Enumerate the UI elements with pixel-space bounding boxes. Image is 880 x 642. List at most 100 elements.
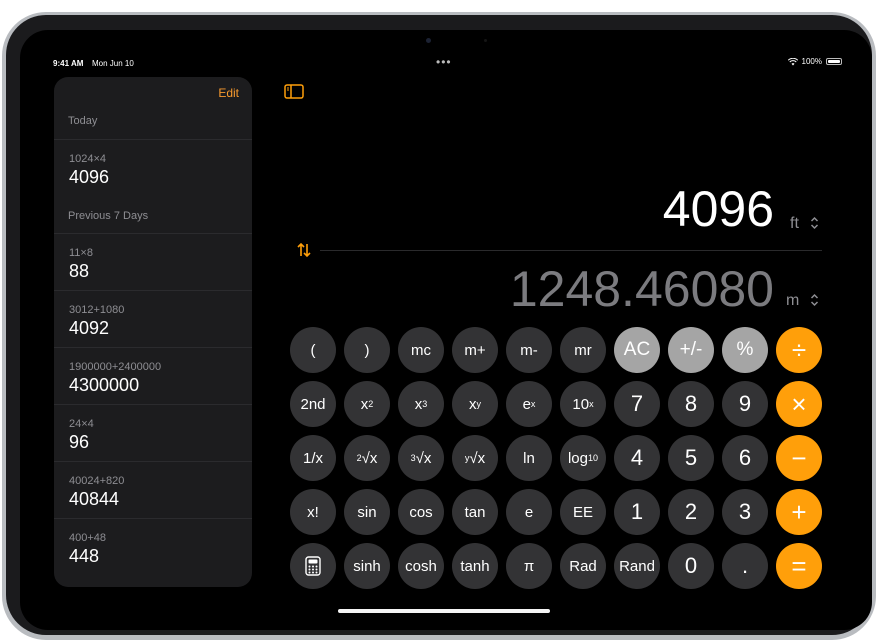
digit-7-key[interactable]: 7 [614,381,660,427]
all-clear-key[interactable]: AC [614,327,660,373]
power-y-key[interactable]: xy [452,381,498,427]
digit-0-key[interactable]: 0 [668,543,714,589]
history-item[interactable]: 1900000+2400000 4300000 [54,347,252,403]
history-result: 4092 [69,318,110,338]
key-label: log [567,449,588,467]
subtract-key[interactable]: − [776,435,822,481]
primary-unit[interactable]: ft [790,215,799,233]
y-root-key[interactable]: y √x [452,435,498,481]
history-item[interactable]: 24×4 96 [54,404,252,460]
separator [54,233,252,234]
ln-key[interactable]: ln [506,435,552,481]
key-label: e [522,395,531,413]
history-expression: 24×4 [69,418,94,430]
multitasking-dots[interactable]: ••• [436,55,452,69]
separator [54,139,252,140]
status-right: 100% [787,57,842,66]
history-result: 88 [69,261,90,281]
status-date: Mon Jun 10 [92,59,134,68]
separator [54,461,252,462]
equals-key[interactable]: = [776,543,822,589]
plus-minus-key[interactable]: +/- [668,327,714,373]
key-label: x [469,395,477,413]
history-expression: 3012+1080 [69,304,125,316]
memory-add-key[interactable]: m+ [452,327,498,373]
screen: 9:41 AM Mon Jun 10 ••• 100% Edit Today 1… [20,30,872,630]
memory-subtract-key[interactable]: m- [506,327,552,373]
history-item[interactable]: 400+48 448 [54,518,252,574]
unit-chevron-icon[interactable] [810,216,819,230]
history-result: 96 [69,432,90,452]
digit-4-key[interactable]: 4 [614,435,660,481]
second-key[interactable]: 2nd [290,381,336,427]
percent-key[interactable]: % [722,327,768,373]
multiply-key[interactable]: × [776,381,822,427]
digit-1-key[interactable]: 1 [614,489,660,535]
rad-key[interactable]: Rad [560,543,606,589]
history-expression: 1024×4 [69,153,107,165]
wifi-icon [787,57,798,65]
memory-recall-key[interactable]: mr [560,327,606,373]
digit-3-key[interactable]: 3 [722,489,768,535]
history-item[interactable]: 1024×4 4096 [54,139,252,195]
add-key[interactable]: + [776,489,822,535]
sidebar-toggle-icon[interactable] [284,84,304,99]
calculator-mode-key[interactable] [290,543,336,589]
tan-key[interactable]: tan [452,489,498,535]
factorial-key[interactable]: x! [290,489,336,535]
home-indicator[interactable] [338,609,550,613]
key-label: x [360,395,369,413]
key-sup: x [530,399,536,409]
history-expression: 1900000+2400000 [69,361,162,373]
camera [426,38,431,43]
separator [54,290,252,291]
key-sub: 10 [588,453,599,463]
digit-2-key[interactable]: 2 [668,489,714,535]
digit-9-key[interactable]: 9 [722,381,768,427]
key-label: x [414,395,423,413]
exp-key[interactable]: ex [506,381,552,427]
close-paren-key[interactable]: ) [344,327,390,373]
memory-clear-key[interactable]: mc [398,327,444,373]
cosh-key[interactable]: cosh [398,543,444,589]
cube-root-key[interactable]: 3 √x [398,435,444,481]
history-item[interactable]: 11×8 88 [54,233,252,289]
key-label: √x [469,449,486,467]
ten-power-key[interactable]: 10 x [560,381,606,427]
converted-unit[interactable]: m [786,292,799,310]
square-key[interactable]: x2 [344,381,390,427]
cos-key[interactable]: cos [398,489,444,535]
decimal-key[interactable]: . [722,543,768,589]
cube-key[interactable]: x3 [398,381,444,427]
converted-value: 1248.46080 [509,261,774,317]
ee-key[interactable]: EE [560,489,606,535]
separator [54,404,252,405]
primary-value: 4096 [662,181,774,237]
edit-button[interactable]: Edit [218,86,239,100]
history-expression: 11×8 [69,247,93,259]
pi-key[interactable]: π [506,543,552,589]
key-label: 10 [572,395,590,413]
history-result: 448 [69,546,100,566]
ipad-bezel: 9:41 AM Mon Jun 10 ••• 100% Edit Today 1… [6,15,872,635]
sinh-key[interactable]: sinh [344,543,390,589]
digit-8-key[interactable]: 8 [668,381,714,427]
rand-key[interactable]: Rand [614,543,660,589]
euler-key[interactable]: e [506,489,552,535]
conversion-divider [320,250,822,251]
battery-percent: 100% [801,57,822,66]
digit-5-key[interactable]: 5 [668,435,714,481]
log10-key[interactable]: log 10 [560,435,606,481]
sensor [484,39,487,42]
history-item[interactable]: 40024+820 40844 [54,461,252,517]
sin-key[interactable]: sin [344,489,390,535]
open-paren-key[interactable]: ( [290,327,336,373]
square-root-key[interactable]: 2 √x [344,435,390,481]
divide-key[interactable]: ÷ [776,327,822,373]
tanh-key[interactable]: tanh [452,543,498,589]
unit-chevron-icon[interactable] [810,293,819,307]
reciprocal-key[interactable]: 1/x [290,435,336,481]
swap-arrows-icon[interactable] [296,242,312,258]
digit-6-key[interactable]: 6 [722,435,768,481]
history-item[interactable]: 3012+1080 4092 [54,290,252,346]
